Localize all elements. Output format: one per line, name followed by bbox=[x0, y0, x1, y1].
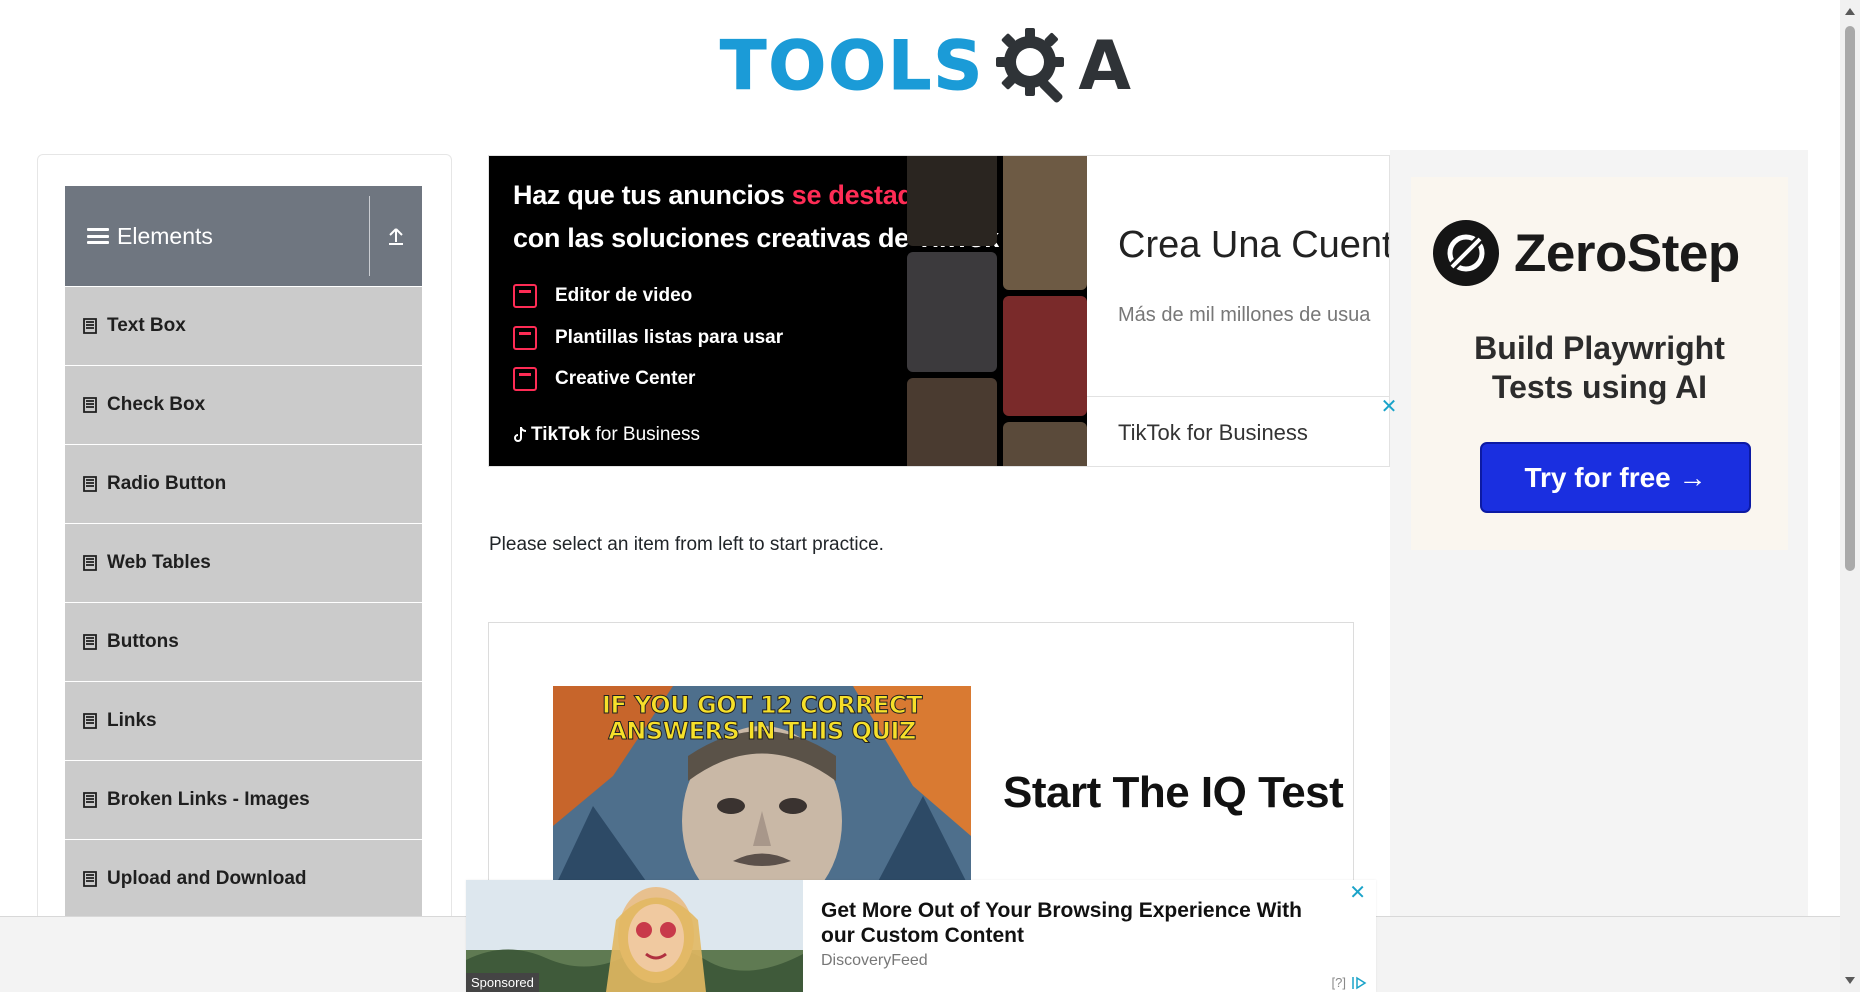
zerostep-logo-icon bbox=[1433, 220, 1499, 286]
scrollbar-thumb[interactable] bbox=[1845, 26, 1855, 571]
document-icon bbox=[83, 397, 97, 413]
zerostep-name: ZeroStep bbox=[1514, 223, 1740, 283]
document-icon bbox=[83, 634, 97, 650]
caption-line-1: IF YOU GOT 12 CORRECT bbox=[602, 691, 923, 719]
divider bbox=[1087, 396, 1389, 397]
sidebar-item-check-box[interactable]: Check Box bbox=[65, 366, 422, 445]
feature-video-editor: Editor de video bbox=[513, 284, 692, 308]
hamburger-icon bbox=[87, 228, 109, 244]
sidebar-item-web-tables[interactable]: Web Tables bbox=[65, 524, 422, 603]
logo-gear-icon bbox=[996, 28, 1065, 103]
elements-group-header[interactable]: Elements bbox=[65, 186, 422, 286]
feature-templates: Plantillas listas para usar bbox=[513, 326, 783, 350]
vertical-scrollbar[interactable] bbox=[1840, 0, 1860, 992]
sidebar-item-label: Buttons bbox=[107, 631, 179, 652]
tiktok-image-collage bbox=[907, 156, 1087, 466]
bottom-ad-image: Sponsored bbox=[466, 880, 803, 992]
document-icon bbox=[83, 871, 97, 887]
practice-instruction: Please select an item from left to start… bbox=[489, 534, 884, 555]
document-icon bbox=[83, 555, 97, 571]
tiktok-banner-ad[interactable]: Haz que tus anuncios se destaquen con la… bbox=[488, 155, 1390, 467]
sidebar-item-radio-button[interactable]: Radio Button bbox=[65, 445, 422, 524]
document-icon bbox=[83, 476, 97, 492]
sidebar-item-broken-links[interactable]: Broken Links - Images bbox=[65, 761, 422, 840]
sidebar-item-label: Text Box bbox=[107, 315, 186, 336]
zerostep-ad-card: ZeroStep Build Playwright Tests using AI… bbox=[1411, 177, 1788, 550]
zerostep-tagline: Build Playwright Tests using AI bbox=[1411, 329, 1788, 407]
template-icon bbox=[513, 326, 537, 350]
iq-ad-image-caption: IF YOU GOT 12 CORRECT ANSWERS IN THIS QU… bbox=[553, 691, 971, 745]
zerostep-logo: ZeroStep bbox=[1432, 219, 1740, 287]
brand-rest: for Business bbox=[595, 424, 701, 445]
sponsored-label: Sponsored bbox=[466, 973, 539, 992]
sidebar-item-upload-download[interactable]: Upload and Download bbox=[65, 840, 422, 919]
toolsqa-logo[interactable]: TOOLS A bbox=[719, 16, 1131, 116]
document-icon bbox=[83, 318, 97, 334]
logo-text-tools: TOOLS bbox=[719, 26, 985, 106]
sidebar-item-label: Links bbox=[107, 710, 157, 731]
tagline-line-1: Build Playwright bbox=[1474, 330, 1725, 366]
feature-label: Editor de video bbox=[555, 285, 693, 306]
ad-info-text: [?] bbox=[1331, 975, 1346, 990]
tiktok-ad-right-brand: TikTok for Business bbox=[1118, 420, 1308, 445]
scroll-down-arrow-icon[interactable] bbox=[1845, 977, 1855, 984]
feature-label: Creative Center bbox=[555, 368, 696, 389]
sidebar-item-label: Radio Button bbox=[107, 473, 227, 494]
sidebar-item-label: Check Box bbox=[107, 394, 206, 415]
scroll-up-arrow-icon[interactable] bbox=[1845, 8, 1855, 15]
iq-ad-title: Start The IQ Test bbox=[1003, 768, 1344, 817]
document-icon bbox=[83, 713, 97, 729]
collapse-up-icon[interactable] bbox=[369, 196, 422, 276]
feature-label: Plantillas listas para usar bbox=[555, 327, 784, 348]
close-icon[interactable]: ✕ bbox=[1349, 880, 1366, 905]
headline-text: Haz que tus anuncios bbox=[513, 180, 792, 210]
brand-bold: TikTok bbox=[531, 424, 591, 445]
logo-text-a: A bbox=[1078, 26, 1131, 106]
document-icon bbox=[83, 792, 97, 808]
sidebar-item-label: Upload and Download bbox=[107, 868, 307, 889]
tagline-line-2: Tests using AI bbox=[1491, 369, 1708, 405]
bottom-ad-source: DiscoveryFeed bbox=[821, 952, 928, 969]
try-for-free-button[interactable]: Try for free → bbox=[1480, 442, 1751, 513]
page: TOOLS A Elements Text Box Check Box Radi… bbox=[0, 0, 1860, 992]
group-title: Elements bbox=[117, 222, 213, 249]
sidebar-item-label: Broken Links - Images bbox=[107, 789, 310, 810]
tiktok-ad-right-subtitle: Más de mil millones de usua bbox=[1118, 304, 1371, 326]
bottom-ad-title: Get More Out of Your Browsing Experience… bbox=[821, 899, 1302, 947]
ad-choices[interactable]: [?] bbox=[1332, 975, 1368, 990]
bottom-sticky-ad[interactable]: Sponsored Get More Out of Your Browsing … bbox=[466, 880, 1376, 992]
sidebar: Elements Text Box Check Box Radio Button… bbox=[37, 154, 452, 992]
adchoices-icon bbox=[1352, 976, 1367, 989]
iq-ad-image: IF YOU GOT 12 CORRECT ANSWERS IN THIS QU… bbox=[553, 686, 971, 891]
caption-line-2: ANSWERS IN THIS QUIZ bbox=[608, 717, 917, 745]
feature-creative-center: Creative Center bbox=[513, 367, 695, 391]
sidebar-item-links[interactable]: Links bbox=[65, 682, 422, 761]
creative-center-icon bbox=[513, 367, 537, 391]
tiktok-note-icon bbox=[514, 426, 527, 442]
tiktok-ad-creative: Haz que tus anuncios se destaquen con la… bbox=[489, 156, 1087, 466]
tiktok-brand: TikTok for Business bbox=[513, 424, 700, 446]
zerostep-side-ad[interactable]: ZeroStep Build Playwright Tests using AI… bbox=[1390, 150, 1808, 930]
sidebar-item-text-box[interactable]: Text Box bbox=[65, 287, 422, 366]
close-icon[interactable]: ✕ bbox=[1380, 397, 1398, 417]
sidebar-item-buttons[interactable]: Buttons bbox=[65, 603, 422, 682]
sidebar-item-label: Web Tables bbox=[107, 552, 211, 573]
sidebar-menu: Text Box Check Box Radio Button Web Tabl… bbox=[65, 287, 422, 919]
tiktok-ad-right-title: Crea Una Cuenta bbox=[1118, 224, 1390, 266]
video-editor-icon bbox=[513, 284, 537, 308]
